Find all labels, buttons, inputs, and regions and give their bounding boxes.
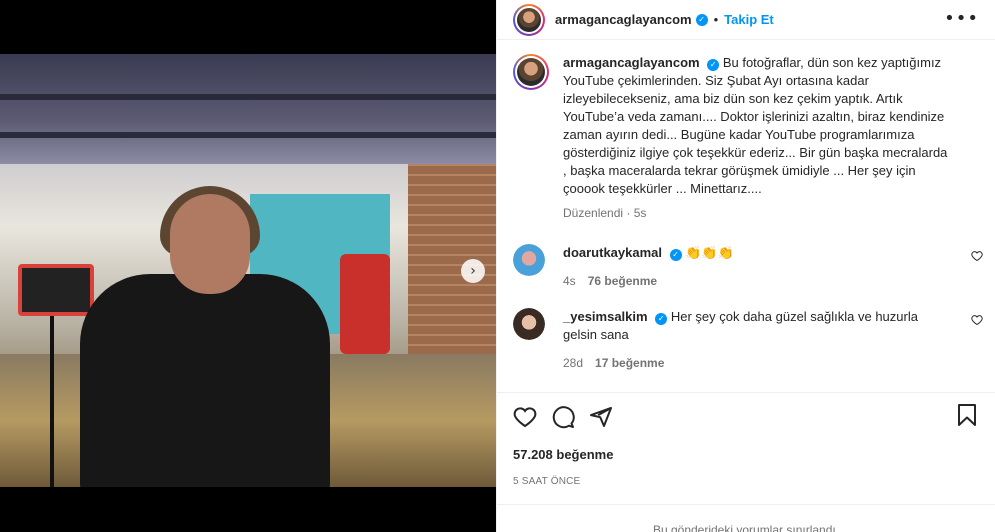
post-media-area: › (0, 0, 496, 532)
comment-username[interactable]: doarutkaykamal (563, 245, 662, 260)
photo-beam (0, 94, 496, 100)
photo-person (60, 164, 330, 487)
photo-beam (0, 132, 496, 138)
comment-age: 28d (563, 356, 584, 370)
caption-text: Bu fotoğraflar, dün son kez yaptığımız Y… (563, 55, 948, 196)
comment-avatar-image (513, 308, 545, 340)
comment-body: doarutkaykamal ✓ 👏👏👏 4s 76 beğenme (563, 244, 979, 290)
comment-likes[interactable]: 17 beğenme (595, 354, 664, 372)
post-actions: 57.208 beğenme 5 SAAT ÖNCE (497, 392, 995, 487)
heart-icon[interactable] (971, 250, 983, 262)
author-username[interactable]: armagancaglayancom (555, 12, 692, 27)
caption-username[interactable]: armagancaglayancom (563, 55, 700, 70)
comment-avatar-image (513, 244, 545, 276)
comment-likes[interactable]: 76 beğenme (588, 272, 657, 290)
more-options-icon[interactable]: ••• (944, 8, 979, 29)
post-photo[interactable] (0, 54, 496, 487)
photo-stand (50, 316, 54, 487)
likes-count[interactable]: 57.208 beğenme (513, 447, 979, 462)
comment-body: _yesimsalkim ✓ Her şey çok daha güzel sa… (563, 308, 979, 372)
edited-text: Düzenlendi (563, 206, 624, 220)
verified-badge-icon: ✓ (669, 249, 682, 261)
like-heart-icon[interactable] (513, 405, 537, 429)
chevron-right-icon: › (470, 263, 476, 279)
edited-label: Düzenlendi · 5s (563, 204, 646, 222)
person-body (80, 274, 330, 487)
caption-age: 5s (633, 206, 647, 220)
post-side-panel: armagancaglayancom ✓ • Takip Et ••• arma… (496, 0, 995, 532)
comments-limited-text: Bu gönderideki yorumlar sınırlandı. (652, 523, 840, 532)
comment-meta: 28d 17 beğenme (563, 354, 953, 372)
verified-badge-icon: ✓ (695, 13, 708, 26)
comment-meta: 4s 76 beğenme (563, 272, 953, 290)
comment-username[interactable]: _yesimsalkim (563, 309, 648, 324)
meta-dot: · (626, 206, 631, 220)
follow-button[interactable]: Takip Et (724, 12, 774, 27)
verified-badge-icon: ✓ (655, 313, 668, 325)
caption-body: armagancaglayancom ✓ Bu fotoğraflar, dün… (563, 54, 979, 222)
verified-badge-icon: ✓ (707, 59, 720, 71)
comment-item: _yesimsalkim ✓ Her şey çok daha güzel sa… (497, 308, 995, 372)
photo-fridge (340, 254, 390, 354)
next-slide-button[interactable]: › (461, 259, 485, 283)
header-separator: • (713, 12, 719, 27)
caption-avatar-image (517, 58, 545, 86)
comment-age: 4s (563, 274, 576, 288)
comment-avatar[interactable] (513, 308, 545, 340)
caption-item: armagancaglayancom ✓ Bu fotoğraflar, dün… (497, 54, 995, 222)
photo-ceiling (0, 54, 496, 164)
author-avatar-image (517, 7, 541, 32)
post-modal: › armagancaglayancom ✓ • Takip Et ••• ar… (0, 0, 995, 532)
comment-icon[interactable] (551, 405, 575, 429)
post-time[interactable]: 5 SAAT ÖNCE (513, 476, 979, 487)
person-head (170, 194, 250, 294)
author-avatar[interactable] (513, 3, 545, 36)
heart-icon[interactable] (971, 314, 983, 326)
comment-avatar[interactable] (513, 244, 545, 276)
comments-limited-footer: Bu gönderideki yorumlar sınırlandı. (497, 504, 995, 532)
caption-meta: Düzenlendi · 5s (563, 204, 953, 222)
action-icons (513, 403, 979, 431)
share-icon[interactable] (589, 405, 613, 429)
comment-text: 👏👏👏 (685, 245, 734, 260)
bookmark-icon[interactable] (955, 403, 979, 427)
comment-item: doarutkaykamal ✓ 👏👏👏 4s 76 beğenme (497, 244, 995, 290)
comments-list[interactable]: armagancaglayancom ✓ Bu fotoğraflar, dün… (497, 54, 995, 384)
post-header: armagancaglayancom ✓ • Takip Et ••• (497, 0, 995, 40)
caption-avatar[interactable] (513, 54, 549, 90)
